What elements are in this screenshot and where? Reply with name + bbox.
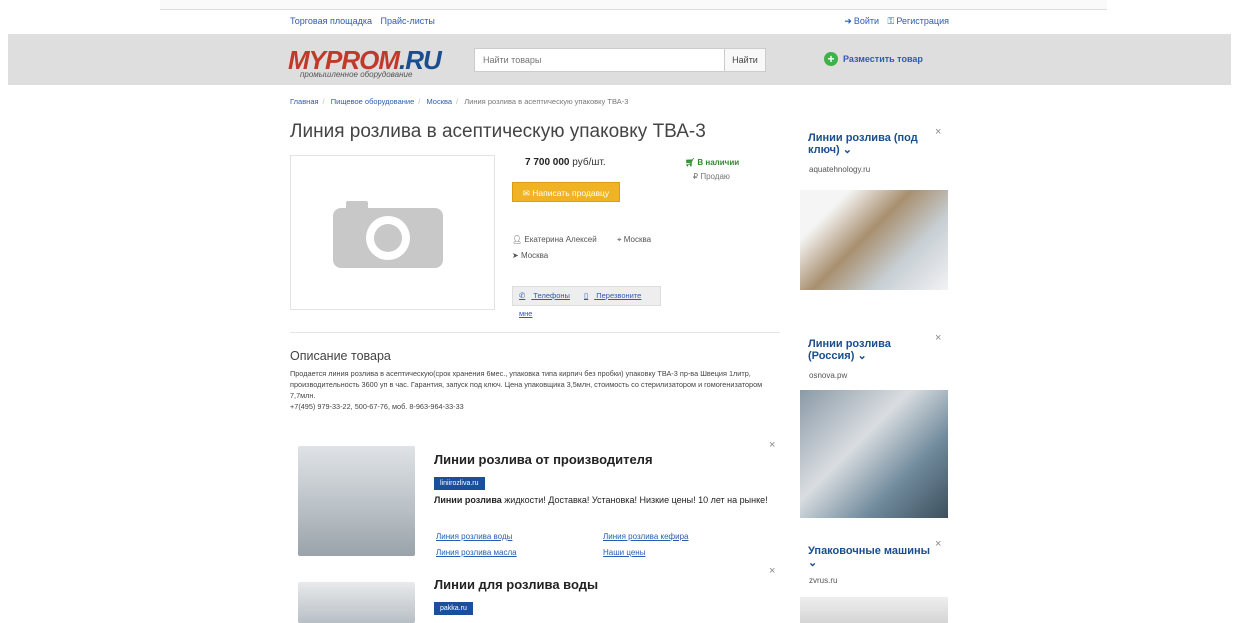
camera-icon — [333, 201, 443, 268]
chevron-down-icon: ⌄ — [842, 144, 852, 156]
marketplace-link[interactable]: Торговая площадка — [290, 16, 372, 26]
side-ad-title[interactable]: Упаковочные машины ⌄ — [808, 545, 933, 569]
ruble-icon: ₽ — [693, 172, 699, 181]
side-ad-domain[interactable]: aquatehnology.ru — [809, 165, 870, 174]
ad-image[interactable] — [298, 446, 415, 556]
breadcrumb-current: Линия розлива в асептическую упаковку ТВ… — [464, 97, 629, 106]
phones-label: Телефоны — [533, 291, 570, 300]
description-contacts: +7(495) 979-33-22, 500-67-76, моб. 8-963… — [290, 402, 464, 411]
mobile-icon: ▯ — [584, 291, 589, 300]
seller-city: ⌖ Москва — [617, 235, 651, 245]
ad-text-rest: жидкости! Доставка! Установка! Низкие це… — [501, 495, 768, 505]
ad-text: Линии розлива жидкости! Доставка! Устано… — [434, 494, 770, 506]
auth-nav: ➜ Войти ⚿ Регистрация — [838, 16, 949, 27]
page-title: Линия розлива в асептическую упаковку ТВ… — [290, 121, 706, 142]
top-strip — [160, 0, 1107, 10]
location-arrow-icon: ➤ — [512, 251, 519, 260]
product-photo[interactable] — [290, 155, 495, 310]
seller-city-label: Москва — [623, 235, 652, 244]
contact-buttons: ✆ Телефоны ▯ Перезвоните мне — [512, 286, 661, 318]
cart-icon: 🛒︎ — [685, 158, 696, 167]
side-ad-image[interactable] — [800, 390, 948, 518]
description-text: Продается линия розлива в асептическую(с… — [290, 369, 763, 400]
site-logo[interactable]: MYPROM.RU промышленное оборудование — [288, 47, 442, 79]
close-icon[interactable]: × — [935, 126, 941, 138]
close-icon[interactable]: × — [769, 439, 775, 451]
ad-link[interactable]: Линия розлива воды — [436, 532, 512, 541]
search-box: Найти — [474, 48, 766, 72]
ad-text-bold: Линии розлива — [434, 495, 502, 505]
ad-title[interactable]: Линии для розлива воды — [434, 577, 598, 592]
user-icon: 👤︎ — [512, 235, 523, 244]
phones-link[interactable]: ✆ Телефоны — [519, 291, 576, 300]
ad-title[interactable]: Линии розлива от производителя — [434, 452, 653, 467]
side-ad-title-text: Линии розлива (Россия) — [808, 338, 891, 362]
ad-domain-wrap: pakka.ru — [434, 597, 473, 615]
map-pin-icon: ⌖ — [617, 235, 622, 244]
ad-link[interactable]: Линия розлива масла — [436, 548, 517, 557]
write-seller-button[interactable]: ✉ Написать продавцу — [512, 182, 620, 202]
delivery-city-label: Москва — [520, 251, 549, 260]
product-price: 7 700 000 руб/шт. — [525, 157, 606, 168]
chevron-down-icon: ⌄ — [857, 350, 867, 362]
side-ad-image[interactable] — [800, 190, 948, 290]
seller-info: 👤︎ Екатерина Алексей — [512, 235, 597, 244]
stock-status: 🛒︎ В наличии — [685, 158, 739, 167]
search-button[interactable]: Найти — [724, 49, 765, 71]
post-item-button[interactable]: + Разместить товар — [824, 52, 923, 66]
phone-icon: ✆ — [519, 291, 526, 300]
side-ad-title[interactable]: Линии розлива (Россия) ⌄ — [808, 338, 933, 362]
stock-label: В наличии — [697, 158, 740, 167]
delivery-city: ➤ Москва — [512, 251, 548, 260]
side-ad-image[interactable] — [800, 597, 948, 623]
description-heading: Описание товара — [290, 349, 391, 363]
divider — [290, 332, 780, 333]
search-input[interactable] — [475, 49, 743, 71]
side-ad-domain[interactable]: zvrus.ru — [809, 576, 837, 585]
ad-image[interactable] — [298, 582, 415, 623]
plus-icon: + — [824, 52, 838, 66]
seller-name[interactable]: Екатерина Алексей — [524, 235, 596, 244]
ad-domain-wrap: liniirozliva.ru — [434, 472, 485, 490]
chevron-down-icon: ⌄ — [808, 557, 818, 569]
envelope-icon: ✉ — [522, 188, 530, 198]
side-ad-domain[interactable]: osnova.pw — [809, 371, 847, 380]
breadcrumb-category[interactable]: Пищевое оборудование — [331, 97, 415, 106]
write-seller-label: Написать продавцу — [532, 188, 610, 198]
price-unit: руб/шт. — [572, 157, 606, 168]
deal-type: ₽ Продаю — [693, 172, 730, 181]
ad-domain[interactable]: pakka.ru — [434, 602, 473, 615]
register-link[interactable]: Регистрация — [896, 16, 949, 26]
side-ad-title[interactable]: Линии розлива (под ключ) ⌄ — [808, 132, 933, 156]
login-link[interactable]: Войти — [854, 16, 879, 26]
login-icon: ➜ — [844, 16, 852, 26]
close-icon[interactable]: × — [935, 538, 941, 550]
top-nav: Торговая площадка Прайс-листы — [290, 16, 441, 26]
ad-link[interactable]: Наши цены — [603, 548, 645, 557]
breadcrumb: Главная / Пищевое оборудование / Москва / Л… — [290, 97, 629, 106]
close-icon[interactable]: × — [769, 565, 775, 577]
description-body: Продается линия розлива в асептическую(с… — [290, 368, 780, 412]
breadcrumb-city[interactable]: Москва — [426, 97, 452, 106]
pricelists-link[interactable]: Прайс-листы — [381, 16, 435, 26]
price-value: 7 700 000 — [525, 157, 570, 168]
side-ad-title-text: Линии розлива (под ключ) — [808, 132, 918, 156]
side-ad-title-text: Упаковочные машины — [808, 545, 931, 557]
ad-domain[interactable]: liniirozliva.ru — [434, 477, 485, 490]
deal-type-label: Продаю — [700, 172, 730, 181]
close-icon[interactable]: × — [935, 332, 941, 344]
key-icon: ⚿ — [887, 16, 895, 26]
ad-link[interactable]: Линия розлива кефира — [603, 532, 689, 541]
post-item-label: Разместить товар — [843, 54, 923, 64]
breadcrumb-home[interactable]: Главная — [290, 97, 319, 106]
